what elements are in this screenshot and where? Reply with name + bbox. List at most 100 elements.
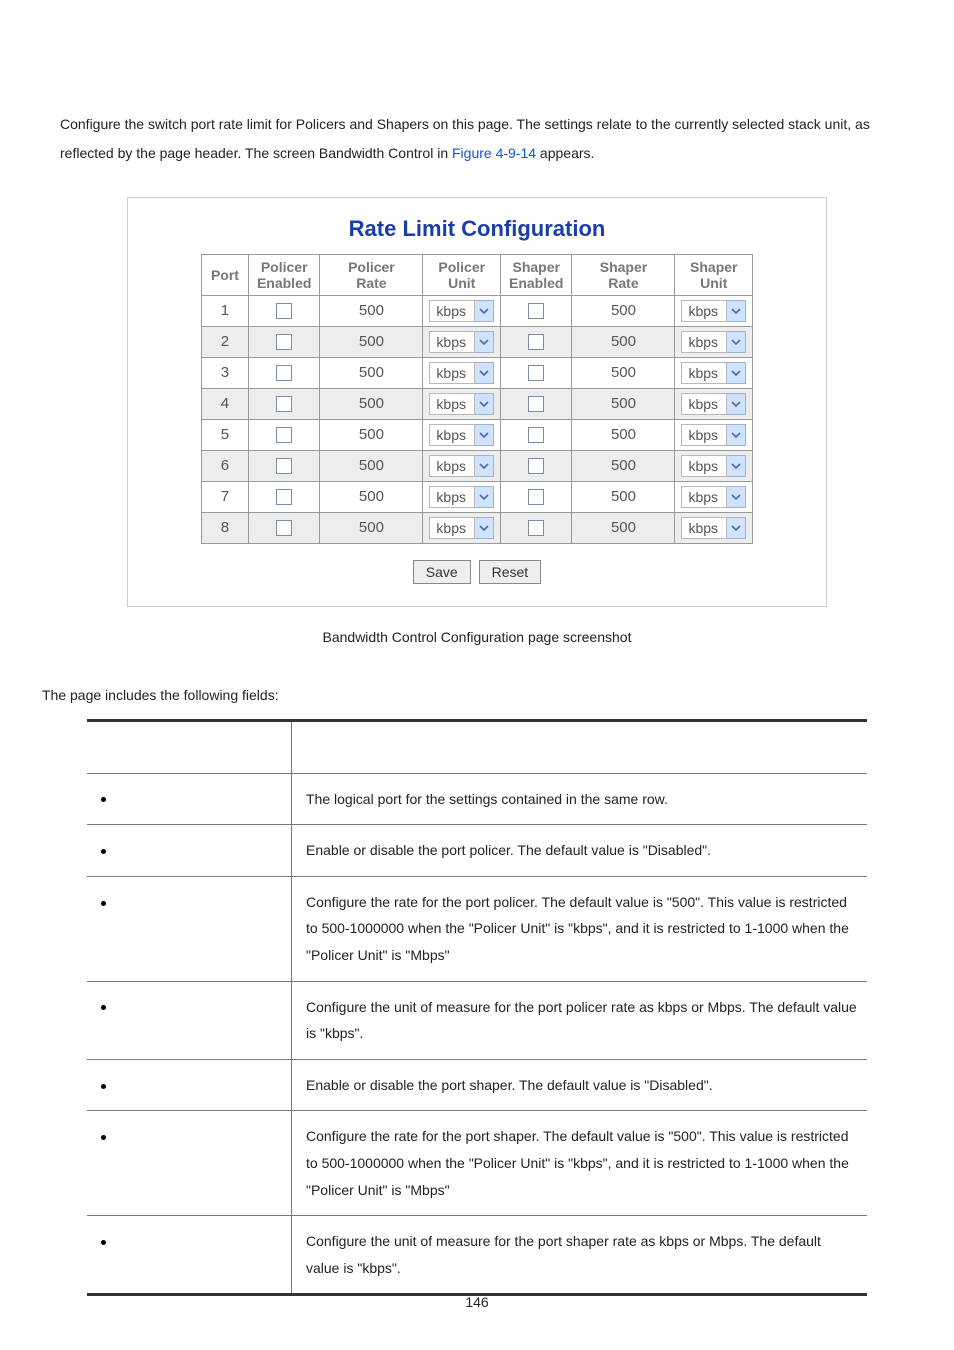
- shaper-enabled-cell: [501, 295, 572, 326]
- shaper-unit-select[interactable]: kbps: [681, 300, 727, 322]
- shaper-rate-cell[interactable]: 500: [572, 419, 675, 450]
- table-row: 7 500 kbps 500 kbps: [201, 481, 752, 512]
- chevron-down-icon[interactable]: [475, 517, 494, 539]
- policer-unit-select[interactable]: kbps: [429, 486, 475, 508]
- bullet-icon: [101, 849, 106, 854]
- policer-unit-select[interactable]: kbps: [429, 393, 475, 415]
- chevron-down-icon[interactable]: [727, 362, 746, 384]
- shaper-enabled-cell: [501, 419, 572, 450]
- policer-enabled-checkbox[interactable]: [276, 427, 292, 443]
- policer-unit-select[interactable]: kbps: [429, 331, 475, 353]
- shaper-unit-cell: kbps: [675, 450, 753, 481]
- policer-enabled-cell: [248, 481, 319, 512]
- policer-enabled-checkbox[interactable]: [276, 334, 292, 350]
- policer-enabled-cell: [248, 450, 319, 481]
- shaper-unit-select[interactable]: kbps: [681, 517, 727, 539]
- policer-rate-cell[interactable]: 500: [320, 295, 423, 326]
- policer-unit-select[interactable]: kbps: [429, 362, 475, 384]
- shaper-enabled-checkbox[interactable]: [528, 365, 544, 381]
- shaper-unit-select[interactable]: kbps: [681, 424, 727, 446]
- field-desc: Configure the unit of measure for the po…: [292, 1216, 868, 1295]
- policer-unit-cell: kbps: [423, 357, 501, 388]
- shaper-enabled-checkbox[interactable]: [528, 303, 544, 319]
- chevron-down-icon[interactable]: [727, 424, 746, 446]
- field-label: [87, 981, 292, 1059]
- policer-enabled-checkbox[interactable]: [276, 520, 292, 536]
- port-cell: 4: [201, 388, 248, 419]
- policer-enabled-cell: [248, 512, 319, 543]
- shaper-unit-select[interactable]: kbps: [681, 331, 727, 353]
- policer-enabled-checkbox[interactable]: [276, 396, 292, 412]
- bullet-icon: [101, 1240, 106, 1245]
- rate-limit-panel: Rate Limit Configuration Port Policer En…: [127, 197, 827, 607]
- chevron-down-icon[interactable]: [727, 486, 746, 508]
- shaper-unit-select[interactable]: kbps: [681, 455, 727, 477]
- shaper-rate-cell[interactable]: 500: [572, 326, 675, 357]
- chevron-down-icon[interactable]: [727, 455, 746, 477]
- chevron-down-icon[interactable]: [475, 424, 494, 446]
- policer-unit-cell: kbps: [423, 450, 501, 481]
- shaper-enabled-checkbox[interactable]: [528, 489, 544, 505]
- policer-rate-cell[interactable]: 500: [320, 419, 423, 450]
- shaper-rate-cell[interactable]: 500: [572, 481, 675, 512]
- chevron-down-icon[interactable]: [727, 517, 746, 539]
- reset-button[interactable]: Reset: [479, 560, 542, 584]
- shaper-enabled-checkbox[interactable]: [528, 520, 544, 536]
- field-row: Enable or disable the port policer. The …: [87, 825, 867, 877]
- policer-enabled-checkbox[interactable]: [276, 303, 292, 319]
- chevron-down-icon[interactable]: [475, 455, 494, 477]
- shaper-unit-select[interactable]: kbps: [681, 486, 727, 508]
- chevron-down-icon[interactable]: [475, 393, 494, 415]
- bullet-icon: [101, 1135, 106, 1140]
- shaper-enabled-checkbox[interactable]: [528, 396, 544, 412]
- policer-enabled-checkbox[interactable]: [276, 365, 292, 381]
- th-port: Port: [201, 254, 248, 295]
- field-label: [87, 825, 292, 877]
- policer-rate-cell[interactable]: 500: [320, 357, 423, 388]
- fields-header-desc: [292, 720, 868, 773]
- chevron-down-icon[interactable]: [727, 331, 746, 353]
- chevron-down-icon[interactable]: [475, 486, 494, 508]
- field-desc: Configure the rate for the port policer.…: [292, 876, 868, 981]
- policer-unit-select[interactable]: kbps: [429, 517, 475, 539]
- policer-rate-cell[interactable]: 500: [320, 512, 423, 543]
- panel-title: Rate Limit Configuration: [140, 216, 814, 242]
- th-policer-unit: Policer Unit: [423, 254, 501, 295]
- chevron-down-icon[interactable]: [475, 362, 494, 384]
- figure-link[interactable]: Figure 4-9-14: [452, 145, 536, 161]
- field-row: Configure the unit of measure for the po…: [87, 981, 867, 1059]
- shaper-rate-cell[interactable]: 500: [572, 357, 675, 388]
- shaper-enabled-checkbox[interactable]: [528, 427, 544, 443]
- shaper-rate-cell[interactable]: 500: [572, 450, 675, 481]
- shaper-rate-cell[interactable]: 500: [572, 512, 675, 543]
- intro-paragraph: Configure the switch port rate limit for…: [0, 0, 954, 169]
- policer-rate-cell[interactable]: 500: [320, 326, 423, 357]
- table-row: 1500kbps500kbps: [201, 295, 752, 326]
- th-shaper-unit: Shaper Unit: [675, 254, 753, 295]
- policer-rate-cell[interactable]: 500: [320, 450, 423, 481]
- shaper-enabled-checkbox[interactable]: [528, 334, 544, 350]
- shaper-unit-select[interactable]: kbps: [681, 393, 727, 415]
- policer-unit-select[interactable]: kbps: [429, 424, 475, 446]
- policer-enabled-checkbox[interactable]: [276, 489, 292, 505]
- chevron-down-icon[interactable]: [727, 300, 746, 322]
- port-cell: 7: [201, 481, 248, 512]
- policer-rate-cell[interactable]: 500: [320, 388, 423, 419]
- chevron-down-icon[interactable]: [727, 393, 746, 415]
- policer-rate-cell[interactable]: 500: [320, 481, 423, 512]
- chevron-down-icon[interactable]: [475, 331, 494, 353]
- shaper-enabled-checkbox[interactable]: [528, 458, 544, 474]
- rate-limit-table: Port Policer Enabled Policer Rate Police…: [201, 254, 753, 544]
- policer-unit-cell: kbps: [423, 419, 501, 450]
- port-cell: 8: [201, 512, 248, 543]
- chevron-down-icon[interactable]: [475, 300, 494, 322]
- shaper-enabled-cell: [501, 450, 572, 481]
- shaper-unit-select[interactable]: kbps: [681, 362, 727, 384]
- shaper-unit-cell: kbps: [675, 388, 753, 419]
- shaper-rate-cell[interactable]: 500: [572, 295, 675, 326]
- save-button[interactable]: Save: [413, 560, 471, 584]
- policer-enabled-checkbox[interactable]: [276, 458, 292, 474]
- policer-unit-select[interactable]: kbps: [429, 455, 475, 477]
- policer-unit-select[interactable]: kbps: [429, 300, 475, 322]
- shaper-rate-cell[interactable]: 500: [572, 388, 675, 419]
